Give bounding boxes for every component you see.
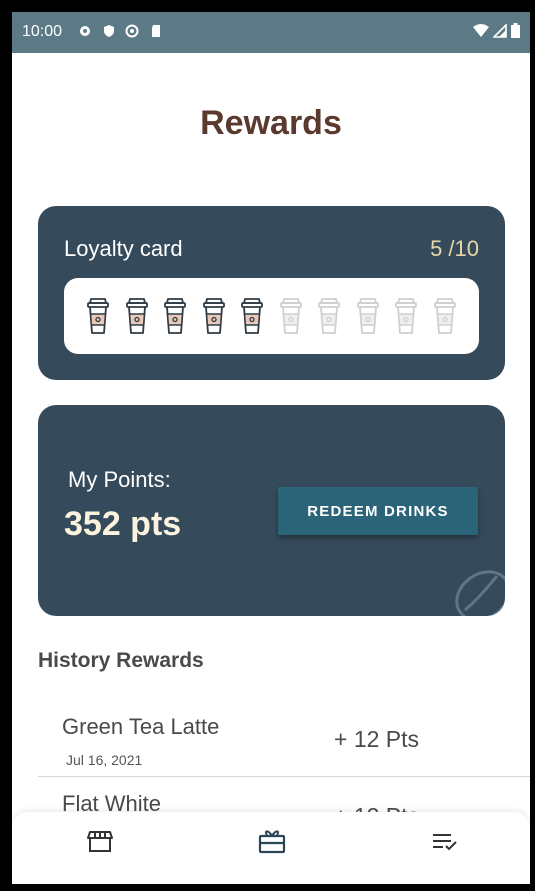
orders-list-icon[interactable] — [430, 826, 460, 856]
redeem-drinks-button[interactable]: REDEEM DRINKS — [278, 487, 478, 535]
gift-icon[interactable] — [257, 826, 287, 856]
coffee-cup-stamp-empty-icon — [434, 298, 456, 334]
loyalty-stamp-count: 5 /10 — [430, 236, 479, 261]
sd-card-icon — [152, 25, 160, 37]
coffee-cup-stamp-empty-icon — [356, 298, 379, 334]
status-right-icons — [473, 23, 520, 38]
loyalty-card-label: Loyalty card — [64, 236, 183, 261]
history-item-date: Jul 16, 2021 — [66, 752, 143, 768]
status-bar: 10:00 — [12, 12, 530, 53]
bottom-navigation — [12, 812, 530, 884]
status-time: 10:00 — [22, 23, 63, 40]
coffee-cup-stamp-empty-icon — [395, 298, 418, 334]
points-card: My Points: 352 pts REDEEM DRINKS — [38, 405, 505, 616]
coffee-cup-stamp-filled-icon — [241, 298, 264, 334]
battery-icon — [511, 23, 520, 38]
coffee-cup-stamp-filled-icon — [125, 298, 148, 334]
stamp-strip — [64, 278, 479, 354]
rewards-screen: 10:00 Rewards Loyalty card 5 /10 My Poin… — [12, 12, 530, 884]
shield-icon — [104, 25, 114, 37]
wifi-icon — [473, 23, 489, 37]
coffee-cup-stamp-filled-icon — [202, 298, 225, 334]
points-label: My Points: — [68, 467, 171, 492]
page-title: Rewards — [200, 104, 342, 142]
history-item-name: Green Tea Latte — [62, 714, 220, 739]
settings-icon — [80, 26, 90, 36]
row-divider — [38, 776, 530, 777]
signal-icon — [493, 23, 507, 38]
coffee-cup-stamp-filled-icon — [87, 298, 109, 334]
coffee-cup-stamp-filled-icon — [164, 298, 186, 334]
coffee-bean-icon — [455, 570, 505, 616]
history-item-points: + 12 Pts — [334, 726, 420, 752]
coffee-cup-stamp-empty-icon — [318, 298, 341, 334]
loyalty-card: Loyalty card 5 /10 — [38, 206, 505, 380]
points-value: 352 pts — [64, 505, 182, 543]
history-title: History Rewards — [38, 649, 204, 672]
sync-icon — [125, 24, 139, 38]
store-icon[interactable] — [85, 826, 115, 856]
coffee-cup-stamp-empty-icon — [279, 298, 302, 334]
